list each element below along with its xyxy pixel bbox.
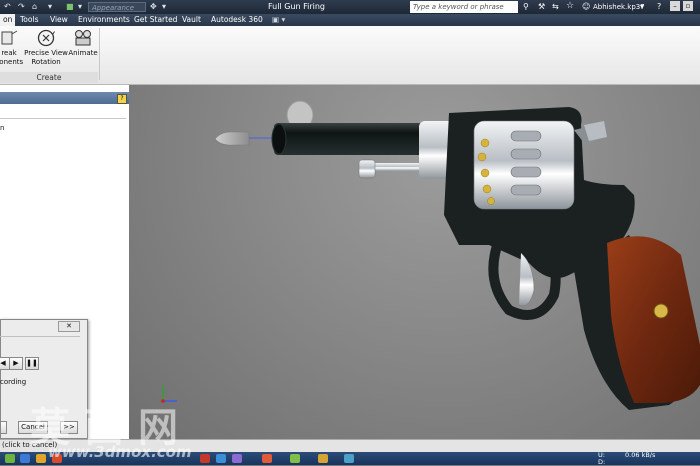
user-icon: ☺ <box>582 2 591 11</box>
ribbon-separator <box>99 28 100 80</box>
appearance-select[interactable]: Appearance <box>88 2 146 12</box>
step-back-button[interactable]: ▶ <box>9 357 23 370</box>
panel-help-icon[interactable]: ? <box>117 94 127 104</box>
ribbon-group-label: Create <box>0 72 98 83</box>
dialog-close-button[interactable]: ✕ <box>58 321 80 332</box>
taskbar-app-icon[interactable] <box>20 454 30 463</box>
tweak-components-label: reak ponents <box>0 49 24 66</box>
grip-screw <box>653 303 669 319</box>
bullet <box>214 131 250 146</box>
select-arrow-icon[interactable]: ▾ <box>48 2 52 12</box>
animate-label: Animate <box>68 49 98 57</box>
ok-button[interactable] <box>0 421 7 434</box>
panel-options-icon[interactable]: ▣ ▾ <box>272 14 285 26</box>
redo-icon[interactable]: ↷ <box>18 2 25 12</box>
barrel <box>274 123 434 155</box>
tab-get-started[interactable]: Get Started <box>134 14 177 26</box>
document-title: Full Gun Firing <box>268 2 326 11</box>
3d-viewport[interactable] <box>129 85 700 452</box>
minimize-icon[interactable]: – <box>670 1 680 11</box>
ribbon-tab-bar: on Tools View Environments Get Started V… <box>0 14 700 26</box>
more-icon[interactable]: ▾ <box>162 2 166 12</box>
animate-button[interactable]: Animate <box>68 28 98 58</box>
tools-icon[interactable]: ⚒ <box>538 2 545 11</box>
taskbar-folder-icon[interactable] <box>290 454 300 463</box>
net-speed: 0.06 kB/s <box>625 451 656 459</box>
help-dropdown-icon[interactable]: ▾ <box>640 2 644 11</box>
ribbon: reak ponents Precise View Rotation Anima… <box>0 26 700 85</box>
move-tool-icon[interactable]: ✥ <box>150 2 157 12</box>
watermark-url: www.3dmox.com <box>48 443 192 461</box>
home-icon[interactable]: ⌂ <box>32 2 37 12</box>
panel-divider <box>0 118 126 119</box>
record-checkbox-label[interactable]: cording <box>0 378 26 386</box>
precise-view-rotation-label: Precise View Rotation <box>24 49 68 66</box>
help-icon[interactable]: ? <box>657 2 661 11</box>
search-input[interactable]: Type a keyword or phrase <box>410 1 518 13</box>
network-meter: U: 0.06 kB/s D: <box>598 452 655 466</box>
precise-view-rotation-button[interactable]: Precise View Rotation <box>24 28 68 67</box>
taskbar-inventor-icon[interactable] <box>216 454 226 463</box>
update-icon[interactable]: ■ <box>66 2 74 12</box>
tab-tools[interactable]: Tools <box>20 14 38 26</box>
muzzle <box>271 123 287 155</box>
undo-icon[interactable]: ↶ <box>4 2 11 12</box>
tweak-components-icon <box>0 28 20 48</box>
browser-panel-header <box>0 92 129 104</box>
browser-tree-item[interactable]: n <box>0 124 4 132</box>
binoculars-icon[interactable]: ⚲ <box>523 2 529 11</box>
taskbar-browser-icon[interactable] <box>262 454 272 463</box>
tab-autodesk-360[interactable]: Autodesk 360 <box>211 14 263 26</box>
pause-button[interactable]: ❚❚ <box>25 357 39 370</box>
dropdown-chevron-icon[interactable]: ▾ <box>78 2 82 12</box>
animate-camera-icon <box>72 28 94 48</box>
start-orb-icon[interactable] <box>5 454 15 463</box>
taskbar-pdf-icon[interactable] <box>200 454 210 463</box>
taskbar-vlc-icon[interactable] <box>318 454 328 463</box>
tab-animation[interactable]: on <box>0 14 16 26</box>
dialog-divider <box>0 336 80 337</box>
exchange-icon[interactable]: ⇆ <box>552 2 559 11</box>
user-name[interactable]: Abhishek.kp37 <box>593 2 645 12</box>
taskbar-window-icon[interactable] <box>232 454 242 463</box>
taskbar-explorer-icon[interactable] <box>36 454 46 463</box>
tab-view[interactable]: View <box>50 14 68 26</box>
restore-icon[interactable]: ▫ <box>683 1 693 11</box>
revolver-model <box>161 100 700 410</box>
tab-environments[interactable]: Environments <box>78 14 130 26</box>
precise-view-rotation-icon <box>35 28 57 48</box>
tweak-components-button[interactable]: reak ponents <box>0 28 24 67</box>
taskbar-app2-icon[interactable] <box>344 454 354 463</box>
ejector-knob <box>358 159 376 179</box>
tab-vault[interactable]: Vault <box>182 14 201 26</box>
favorites-star-icon[interactable]: ☆ <box>566 1 574 11</box>
